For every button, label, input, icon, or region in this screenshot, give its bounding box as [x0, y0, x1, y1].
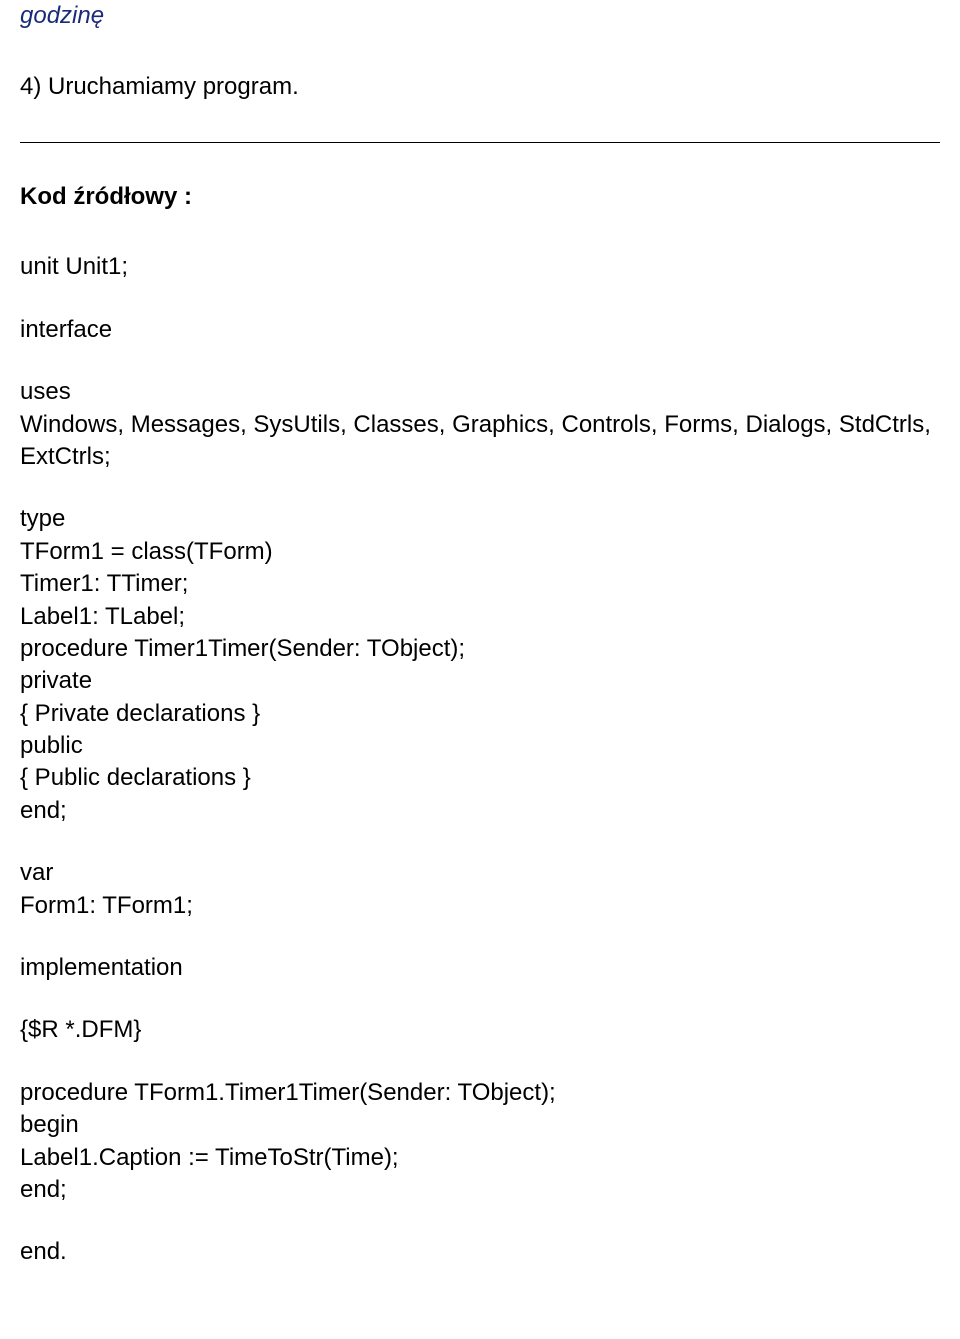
code-uses-block: uses Windows, Messages, SysUtils, Classe… [20, 376, 940, 473]
code-interface-line: interface [20, 314, 940, 346]
code-var-block: var Form1: TForm1; [20, 857, 940, 922]
section-divider [20, 142, 940, 143]
step-4-text: 4) Uruchamiamy program. [20, 71, 940, 102]
code-type-block: type TForm1 = class(TForm) Timer1: TTime… [20, 503, 940, 827]
code-implementation-line: implementation [20, 952, 940, 984]
code-end-line: end. [20, 1236, 940, 1268]
code-resource-directive: {$R *.DFM} [20, 1014, 940, 1046]
code-procedure-block: procedure TForm1.Timer1Timer(Sender: TOb… [20, 1077, 940, 1207]
code-unit-line: unit Unit1; [20, 251, 940, 283]
code-comment-text: godzinę [20, 0, 940, 31]
source-code-heading: Kod źródłowy : [20, 183, 940, 211]
document-page: godzinę 4) Uruchamiamy program. Kod źród… [0, 0, 960, 1339]
